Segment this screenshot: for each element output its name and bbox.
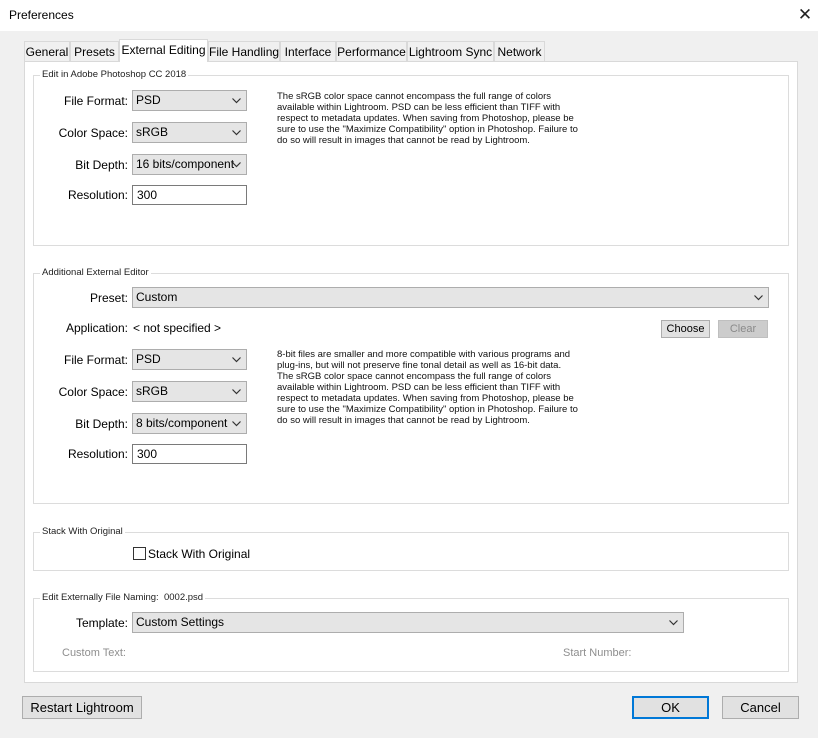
additional-info-text: 8-bit files are smaller and more compati… <box>277 349 578 426</box>
tab-presets[interactable]: Presets <box>70 41 119 62</box>
photoshop-group-legend: Edit in Adobe Photoshop CC 2018 <box>40 69 189 81</box>
chevron-down-icon <box>754 295 763 301</box>
cancel-button[interactable]: Cancel <box>722 696 799 719</box>
tab-file-handling[interactable]: File Handling <box>208 41 280 62</box>
window-title: Preferences <box>9 8 74 22</box>
start-number-label: Start Number: <box>563 647 632 659</box>
additional-resolution-label: Resolution: <box>67 447 128 461</box>
file-naming-group <box>33 598 789 672</box>
additional-bit-depth-dropdown[interactable]: 8 bits/component <box>132 413 247 434</box>
chevron-down-icon <box>232 389 241 395</box>
file-format-label: File Format: <box>63 94 128 108</box>
additional-color-space-label: Color Space: <box>58 385 128 399</box>
additional-bit-depth-value: 8 bits/component <box>136 416 228 430</box>
application-value: < not specified > <box>133 321 222 335</box>
additional-file-format-label: File Format: <box>63 353 128 367</box>
bit-depth-value: 16 bits/component <box>136 157 235 171</box>
stack-with-original-checkbox[interactable] <box>133 547 146 560</box>
template-dropdown[interactable]: Custom Settings <box>132 612 684 633</box>
clear-button[interactable]: Clear <box>718 320 768 338</box>
chevron-down-icon <box>669 620 678 626</box>
ok-button[interactable]: OK <box>632 696 709 719</box>
file-naming-example: 0002.psd <box>163 592 204 603</box>
additional-color-space-value: sRGB <box>136 384 169 398</box>
title-bar <box>0 0 818 31</box>
resolution-label: Resolution: <box>67 188 128 202</box>
additional-bit-depth-label: Bit Depth: <box>75 417 128 431</box>
chevron-down-icon <box>232 98 241 104</box>
template-value: Custom Settings <box>136 615 225 629</box>
tab-network[interactable]: Network <box>494 41 545 62</box>
color-space-label: Color Space: <box>58 126 128 140</box>
close-icon[interactable]: ✕ <box>795 5 815 25</box>
resolution-input[interactable]: 300 <box>132 185 247 205</box>
file-naming-legend-label: Edit Externally File Naming: <box>42 592 159 603</box>
bit-depth-dropdown[interactable]: 16 bits/component <box>132 154 247 175</box>
additional-resolution-input[interactable]: 300 <box>132 444 247 464</box>
photoshop-info-text: The sRGB color space cannot encompass th… <box>277 91 578 146</box>
stack-group-legend: Stack With Original <box>40 526 125 538</box>
additional-color-space-dropdown[interactable]: sRGB <box>132 381 247 402</box>
stack-with-original-label[interactable]: Stack With Original <box>148 544 250 564</box>
tab-external-editing[interactable]: External Editing <box>119 39 208 62</box>
stack-group <box>33 532 789 571</box>
color-space-value: sRGB <box>136 125 169 139</box>
file-naming-legend: Edit Externally File Naming: 0002.psd <box>40 592 206 604</box>
tab-general[interactable]: General <box>24 41 70 62</box>
custom-text-label: Custom Text: <box>62 647 126 659</box>
color-space-dropdown[interactable]: sRGB <box>132 122 247 143</box>
template-label: Template: <box>75 616 128 630</box>
tab-lightroom-sync[interactable]: Lightroom Sync <box>407 41 494 62</box>
preset-value: Custom <box>136 290 178 304</box>
chevron-down-icon <box>232 162 241 168</box>
restart-lightroom-button[interactable]: Restart Lightroom <box>22 696 142 719</box>
additional-editor-legend: Additional External Editor <box>40 267 151 279</box>
file-format-dropdown[interactable]: PSD <box>132 90 247 111</box>
chevron-down-icon <box>232 130 241 136</box>
preset-label: Preset: <box>89 291 128 305</box>
bit-depth-label: Bit Depth: <box>75 158 128 172</box>
additional-file-format-value: PSD <box>136 352 161 366</box>
additional-file-format-dropdown[interactable]: PSD <box>132 349 247 370</box>
preset-dropdown[interactable]: Custom <box>132 287 769 308</box>
chevron-down-icon <box>232 421 241 427</box>
file-format-value: PSD <box>136 93 161 107</box>
chevron-down-icon <box>232 357 241 363</box>
tab-performance[interactable]: Performance <box>336 41 407 62</box>
tab-interface[interactable]: Interface <box>280 41 336 62</box>
application-label: Application: <box>65 321 128 335</box>
choose-button[interactable]: Choose <box>661 320 710 338</box>
